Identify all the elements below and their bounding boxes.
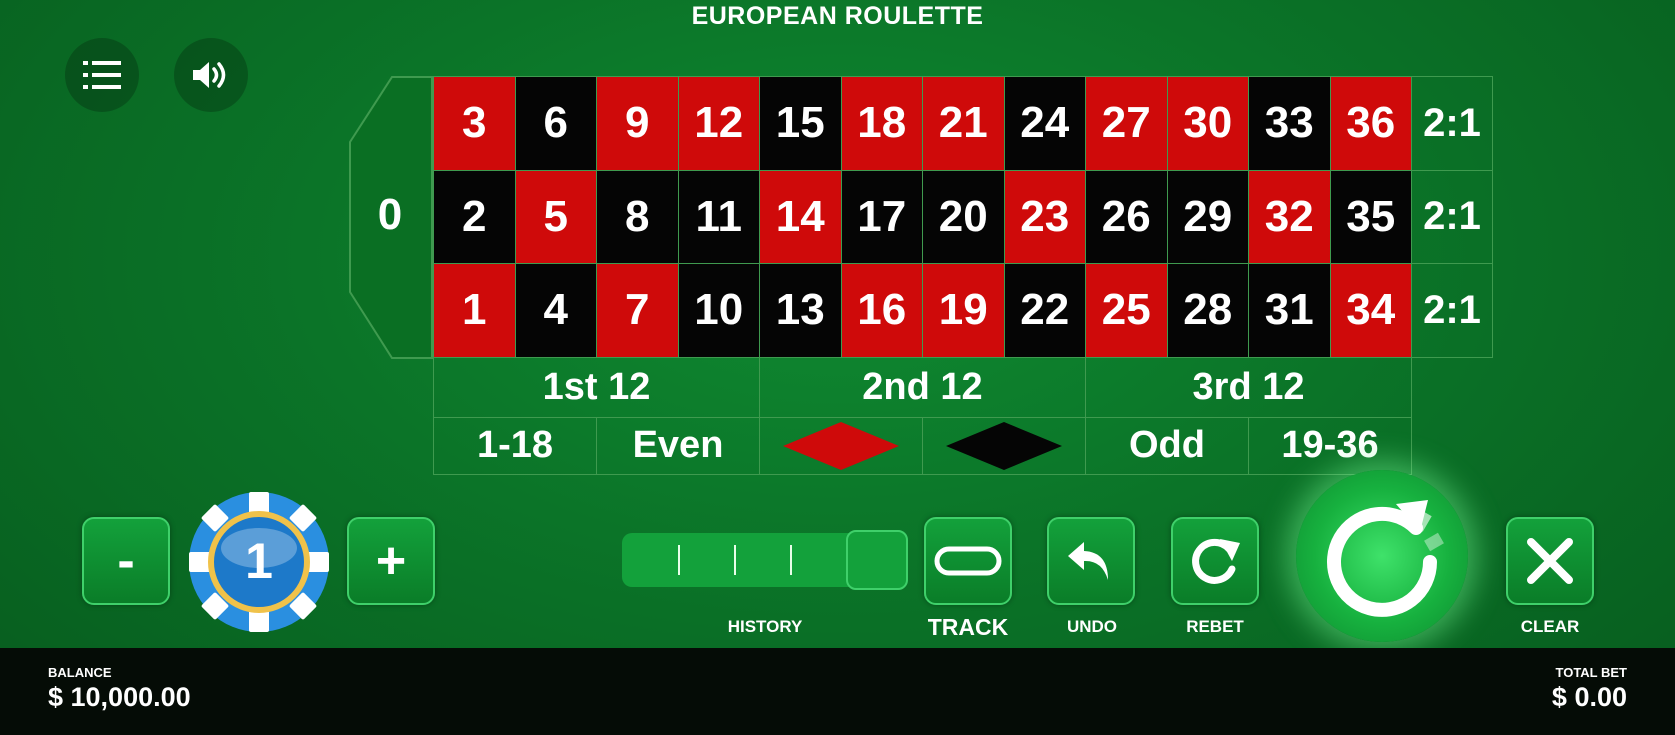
number-cell[interactable]: 11 — [677, 169, 760, 264]
number-cell[interactable]: 5 — [514, 169, 597, 264]
black-bet-cell[interactable] — [922, 416, 1086, 475]
history-tick — [734, 545, 736, 575]
balance-label: BALANCE — [48, 665, 112, 680]
number-cell[interactable]: 16 — [840, 263, 923, 358]
balance-value: $ 10,000.00 — [48, 682, 191, 712]
number-cell[interactable]: 20 — [922, 169, 1005, 264]
number-cell[interactable]: 12 — [677, 76, 760, 171]
zero-number: 0 — [377, 190, 403, 239]
number-cell[interactable]: 19 — [922, 263, 1005, 358]
number-cell[interactable]: 9 — [596, 76, 679, 171]
rebet-arrow-icon — [1192, 538, 1240, 584]
number-cell[interactable]: 33 — [1248, 76, 1331, 171]
status-bar — [0, 648, 1675, 735]
even-money-cell[interactable]: 1-18 — [433, 416, 597, 475]
undo-arrow-icon — [1068, 542, 1108, 580]
number-cell[interactable]: 13 — [759, 263, 842, 358]
number-cell[interactable]: 14 — [759, 169, 842, 264]
even-money-cell[interactable]: 19-36 — [1248, 416, 1412, 475]
rebet-label: REBET — [1186, 617, 1244, 636]
clear-button[interactable] — [1506, 517, 1594, 605]
dozen-bet-cell[interactable]: 1st 12 — [433, 356, 760, 418]
number-cell[interactable]: 23 — [1003, 169, 1086, 264]
column-bet-cell[interactable]: 2:1 — [1411, 263, 1493, 358]
number-cell[interactable]: 26 — [1085, 169, 1168, 264]
history-expand-button[interactable] — [846, 530, 908, 590]
number-cell[interactable]: 29 — [1166, 169, 1249, 264]
number-cell[interactable]: 30 — [1166, 76, 1249, 171]
number-cell[interactable]: 36 — [1329, 76, 1412, 171]
red-diamond-icon — [783, 421, 899, 470]
history-tick — [678, 545, 680, 575]
chip-increase-button[interactable]: + — [347, 517, 435, 605]
speaker-icon — [193, 62, 226, 88]
even-money-cell[interactable]: Odd — [1085, 416, 1249, 475]
plus-label: + — [375, 532, 407, 590]
number-cell[interactable]: 2 — [433, 169, 516, 264]
number-cell[interactable]: 15 — [759, 76, 842, 171]
chip[interactable]: 1 — [187, 490, 331, 634]
dozen-bet-cell[interactable]: 2nd 12 — [759, 356, 1086, 418]
number-cell[interactable]: 22 — [1003, 263, 1086, 358]
number-cell[interactable]: 21 — [922, 76, 1005, 171]
spin-button[interactable] — [1296, 470, 1468, 642]
black-diamond-icon — [946, 421, 1062, 470]
history-label: HISTORY — [727, 617, 803, 636]
number-cell[interactable]: 28 — [1166, 263, 1249, 358]
history-tick — [790, 545, 792, 575]
game-title: EUROPEAN ROULETTE — [691, 2, 984, 30]
rebet-button[interactable] — [1171, 517, 1259, 605]
number-cell[interactable]: 10 — [677, 263, 760, 358]
menu-list-icon — [83, 61, 121, 89]
total-bet-value: $ 0.00 — [1551, 682, 1627, 712]
menu-button[interactable] — [65, 38, 139, 112]
number-cell[interactable]: 24 — [1003, 76, 1086, 171]
minus-label: - — [117, 532, 135, 590]
dozen-bet-cell[interactable]: 3rd 12 — [1085, 356, 1412, 418]
column-bet-cell[interactable]: 2:1 — [1411, 169, 1493, 264]
close-x-icon — [1527, 538, 1573, 584]
number-cell[interactable]: 17 — [840, 169, 923, 264]
track-racetrack-icon — [934, 546, 1002, 576]
chip-decrease-button[interactable]: - — [82, 517, 170, 605]
chip-value: 1 — [245, 533, 273, 589]
number-cell[interactable]: 6 — [514, 76, 597, 171]
number-cell[interactable]: 4 — [514, 263, 597, 358]
number-cell[interactable]: 35 — [1329, 169, 1412, 264]
sound-button[interactable] — [174, 38, 248, 112]
red-bet-cell[interactable] — [759, 416, 923, 475]
even-money-cell[interactable]: Even — [596, 416, 760, 475]
number-cell[interactable]: 34 — [1329, 263, 1412, 358]
number-cell[interactable]: 27 — [1085, 76, 1168, 171]
spin-icon — [1327, 500, 1444, 617]
undo-label: UNDO — [1066, 617, 1118, 636]
number-cell[interactable]: 31 — [1248, 263, 1331, 358]
track-label: TRACK — [927, 614, 1009, 640]
number-cell[interactable]: 3 — [433, 76, 516, 171]
number-cell[interactable]: 25 — [1085, 263, 1168, 358]
undo-button[interactable] — [1047, 517, 1135, 605]
total-bet-label: TOTAL BET — [1555, 665, 1628, 680]
number-cell[interactable]: 7 — [596, 263, 679, 358]
track-button[interactable] — [924, 517, 1012, 605]
clear-label: CLEAR — [1520, 617, 1580, 636]
column-bet-cell[interactable]: 2:1 — [1411, 76, 1493, 171]
number-cell[interactable]: 18 — [840, 76, 923, 171]
number-cell[interactable]: 32 — [1248, 169, 1331, 264]
number-cell[interactable]: 1 — [433, 263, 516, 358]
number-cell[interactable]: 8 — [596, 169, 679, 264]
